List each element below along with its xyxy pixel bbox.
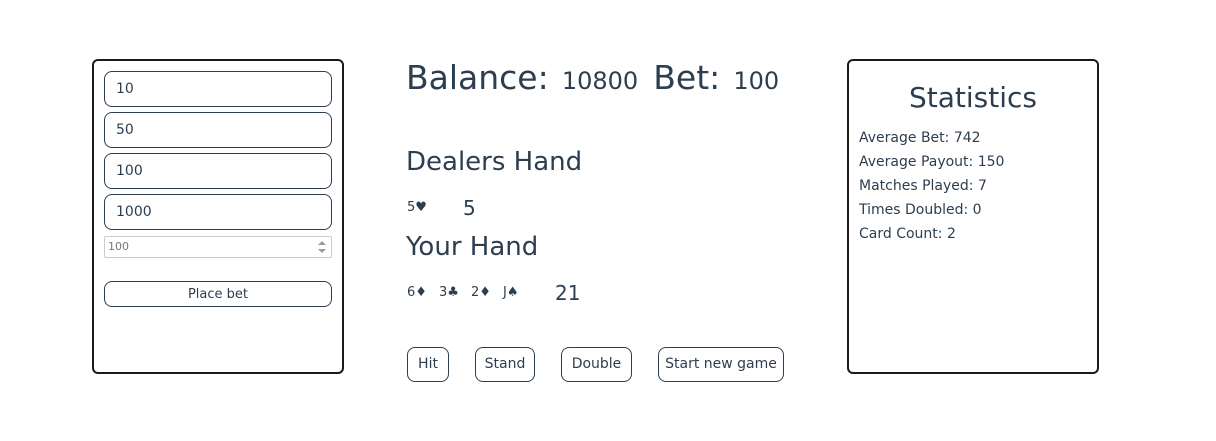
stepper-down-icon[interactable]: [318, 249, 326, 253]
bet-amount-value: 100: [108, 240, 129, 253]
bet-label: Bet:: [653, 58, 721, 97]
dealer-hand-total: 5: [463, 196, 476, 220]
balance-label: Balance:: [406, 58, 549, 97]
stat-average-payout: Average Payout: 150: [859, 154, 1005, 170]
hit-button[interactable]: Hit: [407, 347, 449, 382]
bet-amount-input[interactable]: 100: [104, 236, 332, 258]
chip-button-1000[interactable]: 1000: [104, 194, 332, 230]
stand-button[interactable]: Stand: [475, 347, 535, 382]
chip-button-10[interactable]: 10: [104, 71, 332, 107]
chip-button-100[interactable]: 100: [104, 153, 332, 189]
double-button[interactable]: Double: [561, 347, 632, 382]
player-card: 2♦: [471, 285, 491, 300]
balance-value: 10800: [561, 67, 639, 95]
player-hand-title: Your Hand: [406, 232, 539, 262]
chip-button-50[interactable]: 50: [104, 112, 332, 148]
stat-average-bet: Average Bet: 742: [859, 130, 981, 146]
bet-amount-stepper[interactable]: [315, 239, 327, 255]
stepper-up-icon[interactable]: [318, 241, 326, 245]
dealer-hand-title: Dealers Hand: [406, 147, 583, 177]
bet-value: 100: [733, 67, 780, 95]
player-hand-total: 21: [555, 281, 581, 305]
bet-panel: 10 50 100 1000 100 Place bet: [92, 59, 344, 374]
stat-matches-played: Matches Played: 7: [859, 178, 987, 194]
start-new-game-button[interactable]: Start new game: [658, 347, 784, 382]
player-card: J♠: [503, 285, 519, 300]
dealer-card: 5♥: [407, 200, 427, 215]
statistics-title: Statistics: [909, 81, 1037, 114]
balance-row: Balance: 10800 Bet: 100: [406, 58, 789, 97]
place-bet-button[interactable]: Place bet: [104, 281, 332, 307]
stat-times-doubled: Times Doubled: 0: [859, 202, 982, 218]
player-card: 3♣: [439, 285, 459, 300]
player-card: 6♦: [407, 285, 427, 300]
stat-card-count: Card Count: 2: [859, 226, 956, 242]
statistics-panel: Statistics Average Bet: 742 Average Payo…: [847, 59, 1099, 374]
